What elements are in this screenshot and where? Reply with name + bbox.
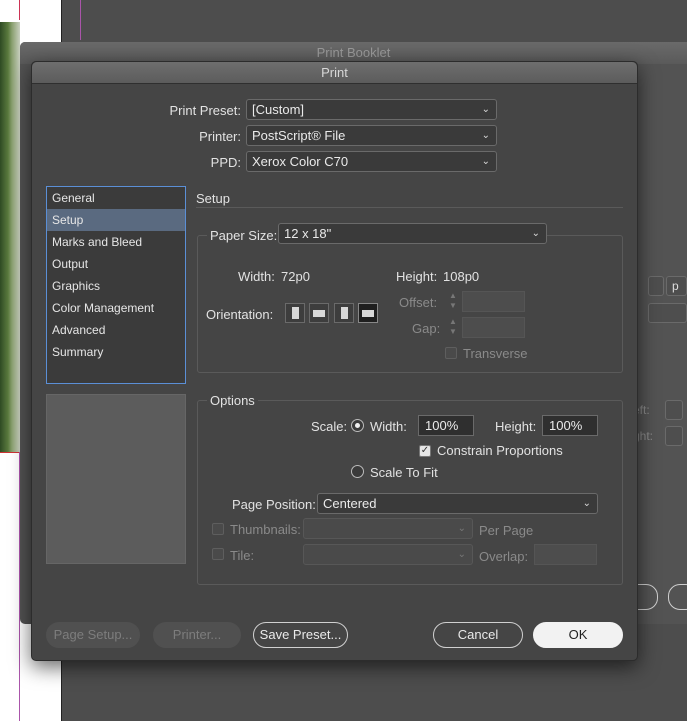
gap-stepper[interactable]: ▲ ▼: [446, 317, 460, 338]
booklet-button[interactable]: [668, 584, 687, 610]
chevron-down-icon: ⌄: [457, 549, 466, 560]
print-dialog: Print Print Preset: [Custom] ⌄ Printer: …: [31, 61, 638, 661]
scale-to-fit-label: Scale To Fit: [370, 465, 438, 480]
height-value: 108p0: [443, 269, 480, 284]
page-position-select[interactable]: Centered ⌄: [317, 493, 598, 514]
scale-height-label: Height:: [495, 419, 537, 434]
scale-width-radio[interactable]: [351, 419, 364, 432]
ok-button[interactable]: OK: [533, 622, 623, 648]
page-position-value: Centered: [323, 496, 377, 511]
chevron-down-icon: ⌄: [457, 523, 466, 534]
print-preset-label: Print Preset:: [169, 103, 241, 118]
print-preset-value: [Custom]: [252, 102, 305, 117]
nav-item-marks-and-bleed[interactable]: Marks and Bleed: [47, 231, 185, 253]
ppd-value: Xerox Color C70: [252, 154, 349, 169]
stepper[interactable]: [665, 426, 683, 446]
nav-item-advanced[interactable]: Advanced: [47, 319, 185, 341]
paper-size-value: 12 x 18": [284, 226, 332, 241]
tile-checkbox[interactable]: [212, 548, 224, 560]
overlap-label: Overlap:: [479, 549, 529, 564]
thumbnails-checkbox[interactable]: [212, 523, 224, 535]
paper-size-select[interactable]: 12 x 18" ⌄: [278, 223, 547, 244]
chevron-down-icon: ⌄: [481, 130, 490, 141]
nav-item-output[interactable]: Output: [47, 253, 185, 275]
tile-select[interactable]: ⌄: [303, 544, 473, 565]
reverse-portrait-icon[interactable]: [334, 303, 354, 323]
printer-value: PostScript® File: [252, 128, 346, 143]
options-heading: Options: [207, 393, 258, 408]
document-photo: [0, 22, 20, 452]
page-position-label: Page Position:: [232, 497, 316, 512]
nav-item-general[interactable]: General: [47, 187, 185, 209]
nav-item-graphics[interactable]: Graphics: [47, 275, 185, 297]
page-setup-button[interactable]: Page Setup...: [46, 622, 140, 648]
chevron-down-icon: ⌄: [531, 228, 540, 239]
nav-item-summary[interactable]: Summary: [47, 341, 185, 363]
bleed-guide: [0, 452, 20, 453]
scale-height-field[interactable]: 100%: [542, 415, 598, 436]
page-preview: [46, 394, 186, 564]
margin-guide: [80, 0, 81, 40]
section-divider: [196, 207, 623, 208]
offset-label: Offset:: [399, 295, 438, 310]
print-preset-select[interactable]: [Custom] ⌄: [246, 99, 497, 120]
transverse-label: Transverse: [463, 346, 528, 361]
gap-field[interactable]: [462, 317, 525, 338]
thumbnails-select[interactable]: ⌄: [303, 518, 473, 539]
orientation-label: Orientation:: [206, 307, 274, 322]
stepper[interactable]: [648, 276, 664, 296]
width-label: Width:: [238, 269, 275, 284]
field-fragment: p: [672, 279, 679, 293]
reverse-landscape-icon[interactable]: [358, 303, 378, 323]
nav-item-setup[interactable]: Setup: [47, 209, 185, 231]
portrait-icon[interactable]: [285, 303, 305, 323]
save-preset-button[interactable]: Save Preset...: [253, 622, 348, 648]
tile-label: Tile:: [230, 548, 255, 563]
landscape-icon[interactable]: [309, 303, 329, 323]
category-list: General Setup Marks and Bleed Output Gra…: [46, 186, 186, 384]
overlap-field[interactable]: [534, 544, 597, 565]
chevron-down-icon: ⌄: [582, 498, 591, 509]
nav-item-color-management[interactable]: Color Management: [47, 297, 185, 319]
stepper[interactable]: [665, 400, 683, 420]
offset-stepper[interactable]: ▲ ▼: [446, 291, 460, 312]
ppd-label: PPD:: [210, 155, 241, 170]
cancel-button[interactable]: Cancel: [433, 622, 523, 648]
chevron-down-icon: ⌄: [481, 156, 490, 167]
scale-label: Scale:: [311, 419, 348, 434]
chevron-down-icon: ⌄: [481, 104, 490, 115]
scale-width-label: Width:: [370, 419, 407, 434]
per-page-label: Per Page: [479, 523, 534, 538]
width-value: 72p0: [281, 269, 310, 284]
constrain-proportions-label: Constrain Proportions: [437, 443, 563, 458]
transverse-checkbox[interactable]: [445, 347, 457, 359]
ppd-select[interactable]: Xerox Color C70 ⌄: [246, 151, 497, 172]
gap-label: Gap:: [412, 321, 441, 336]
paper-size-label: Paper Size:: [207, 228, 281, 243]
height-label: Height:: [396, 269, 438, 284]
printer-select[interactable]: PostScript® File ⌄: [246, 125, 497, 146]
constrain-proportions-checkbox[interactable]: ✓: [419, 445, 431, 457]
printer-label: Printer:: [199, 129, 241, 144]
scale-to-fit-radio[interactable]: [351, 465, 364, 478]
offset-field[interactable]: [462, 291, 525, 312]
thumbnails-label: Thumbnails:: [230, 522, 301, 537]
field[interactable]: [648, 303, 687, 323]
dialog-title: Print: [32, 62, 637, 84]
setup-heading: Setup: [196, 191, 230, 206]
printer-button[interactable]: Printer...: [153, 622, 241, 648]
scale-width-field[interactable]: 100%: [418, 415, 474, 436]
margin-guide: [19, 0, 20, 20]
